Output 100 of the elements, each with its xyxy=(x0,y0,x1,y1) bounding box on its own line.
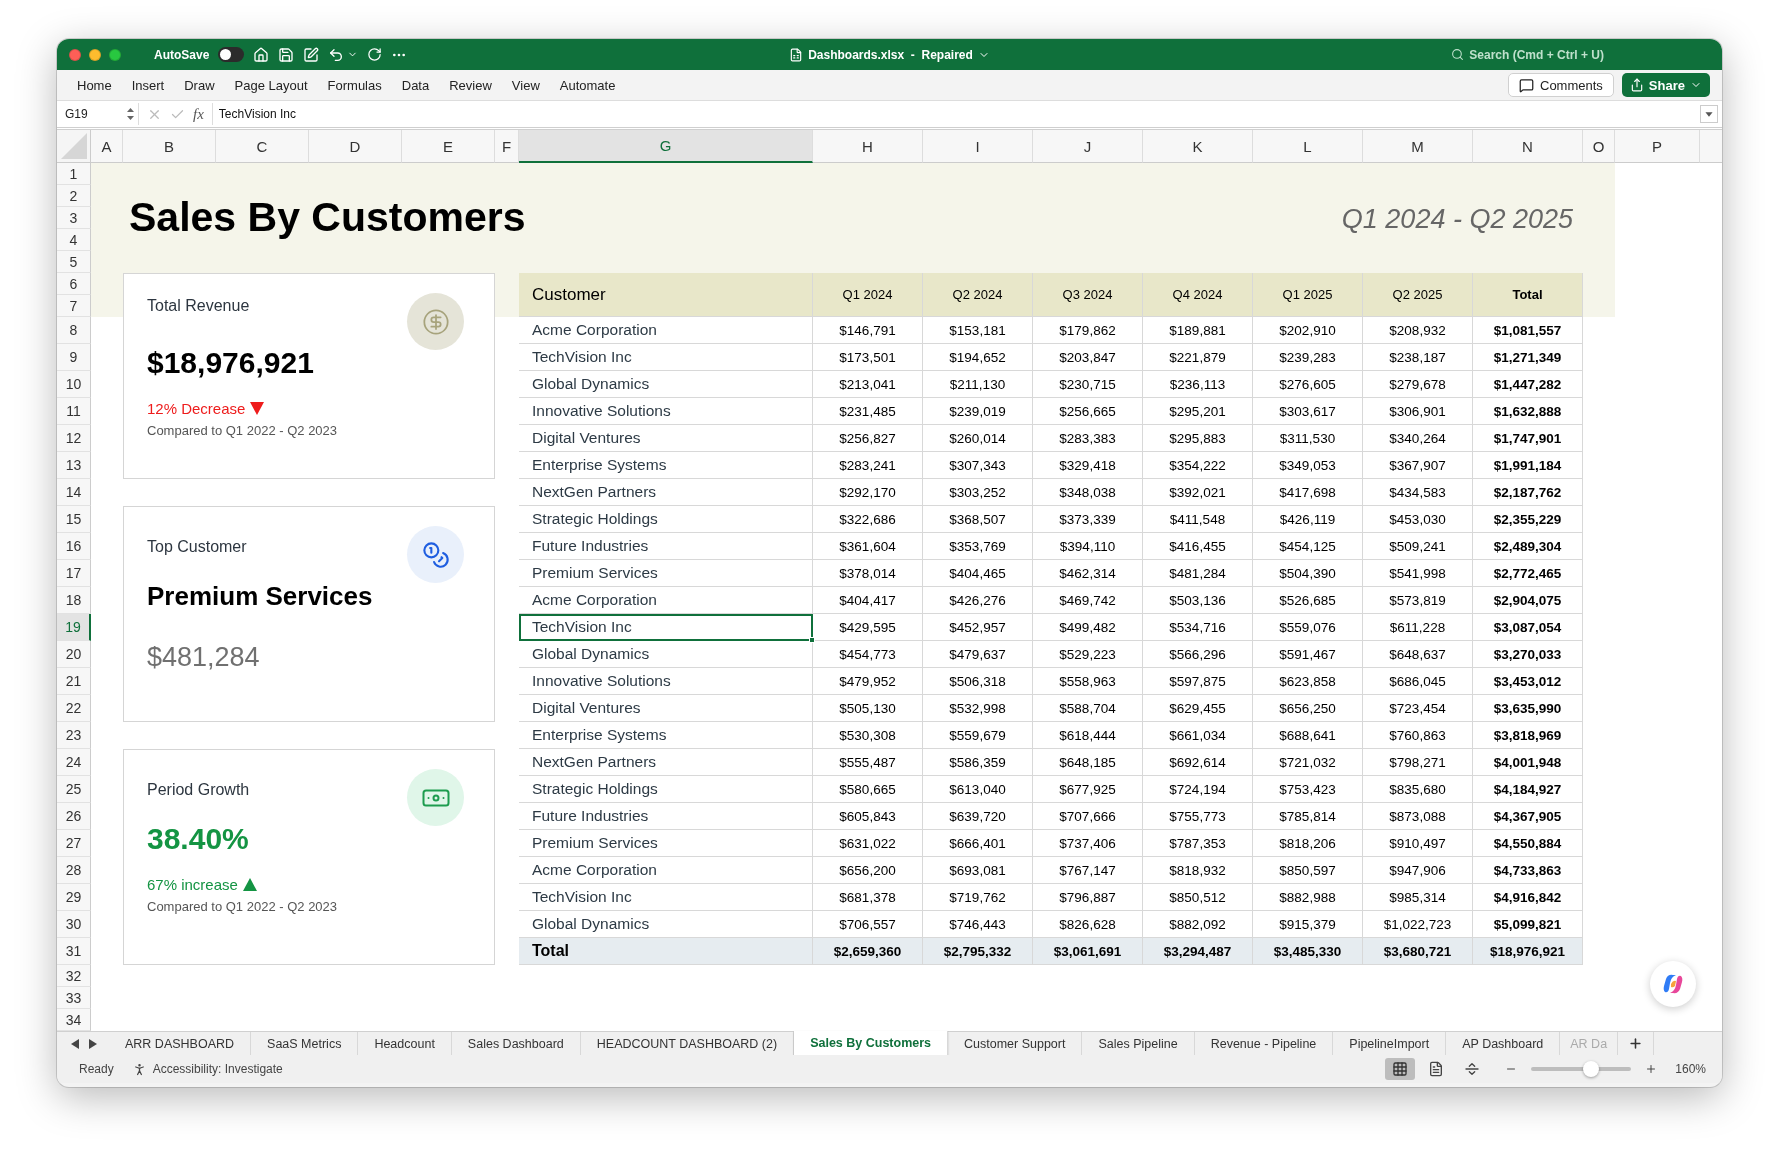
home-icon[interactable] xyxy=(253,46,270,63)
customer-cell[interactable]: Innovative Solutions xyxy=(519,668,813,695)
row-heading[interactable]: 17 xyxy=(57,560,91,587)
column-heading[interactable]: E xyxy=(402,130,495,163)
row-heading[interactable]: 30 xyxy=(57,911,91,938)
ribbon-tab[interactable]: Automate xyxy=(549,77,626,93)
row-heading[interactable]: 32 xyxy=(57,965,91,987)
ribbon-tab[interactable]: Insert xyxy=(121,77,175,93)
column-heading[interactable]: O xyxy=(1583,130,1615,163)
row-heading[interactable]: 13 xyxy=(57,452,91,479)
row-heading[interactable]: 1 xyxy=(57,163,91,185)
slider-thumb[interactable] xyxy=(1583,1061,1600,1077)
customer-cell[interactable]: Global Dynamics xyxy=(519,911,813,938)
customer-cell[interactable]: TechVision Inc xyxy=(519,884,813,911)
column-heading[interactable]: J xyxy=(1033,130,1143,163)
zoom-in-icon[interactable] xyxy=(1645,1063,1658,1075)
row-heading[interactable]: 11 xyxy=(57,398,91,425)
customer-cell[interactable]: Enterprise Systems xyxy=(519,452,813,479)
share-button[interactable]: Share xyxy=(1621,73,1710,97)
column-heading[interactable]: A xyxy=(91,130,123,163)
ribbon-tab[interactable]: Review xyxy=(439,77,502,93)
zoom-button[interactable] xyxy=(109,48,121,61)
customer-cell[interactable]: Premium Services xyxy=(519,830,813,857)
comments-button[interactable]: Comments xyxy=(1508,73,1614,97)
customer-cell[interactable]: TechVision Inc xyxy=(519,614,813,641)
row-heading[interactable]: 19 xyxy=(57,614,91,641)
row-heading[interactable]: 18 xyxy=(57,587,91,614)
customer-cell[interactable]: Global Dynamics xyxy=(519,641,813,668)
customer-cell[interactable]: Enterprise Systems xyxy=(519,722,813,749)
row-heading[interactable]: 16 xyxy=(57,533,91,560)
customer-cell[interactable]: Premium Services xyxy=(519,560,813,587)
row-heading[interactable]: 15 xyxy=(57,506,91,533)
row-heading[interactable]: 2 xyxy=(57,185,91,207)
row-heading[interactable]: 34 xyxy=(57,1009,91,1031)
customer-cell[interactable]: Acme Corporation xyxy=(519,587,813,614)
row-heading[interactable]: 14 xyxy=(57,479,91,506)
column-heading[interactable]: D xyxy=(309,130,402,163)
customer-cell[interactable]: NextGen Partners xyxy=(519,479,813,506)
row-heading[interactable]: 25 xyxy=(57,776,91,803)
formula-field[interactable]: TechVision Inc xyxy=(211,103,1692,125)
row-heading[interactable]: 12 xyxy=(57,425,91,452)
ribbon-tab[interactable]: Home xyxy=(67,77,122,93)
customer-cell[interactable]: Strategic Holdings xyxy=(519,776,813,803)
row-heading[interactable]: 7 xyxy=(57,295,91,317)
customer-cell[interactable]: Acme Corporation xyxy=(519,317,813,344)
row-heading[interactable]: 10 xyxy=(57,371,91,398)
row-heading[interactable]: 21 xyxy=(57,668,91,695)
row-heading[interactable]: 24 xyxy=(57,749,91,776)
ribbon-tab[interactable]: Formulas xyxy=(317,77,392,93)
row-heading[interactable]: 29 xyxy=(57,884,91,911)
customer-cell[interactable]: Future Industries xyxy=(519,533,813,560)
next-sheet-icon[interactable] xyxy=(89,1038,97,1049)
column-heading[interactable]: B xyxy=(123,130,216,163)
row-heading[interactable]: 27 xyxy=(57,830,91,857)
autosave-toggle[interactable] xyxy=(218,47,245,62)
row-heading[interactable]: 9 xyxy=(57,344,91,371)
customer-cell[interactable]: Acme Corporation xyxy=(519,857,813,884)
customer-cell[interactable]: TechVision Inc xyxy=(519,344,813,371)
ribbon-tab[interactable]: Data xyxy=(391,77,440,93)
column-heading[interactable]: M xyxy=(1363,130,1473,163)
column-heading[interactable]: I xyxy=(923,130,1033,163)
row-heading[interactable]: 6 xyxy=(57,273,91,295)
ribbon-tab[interactable]: Draw xyxy=(174,77,225,93)
customer-cell[interactable]: NextGen Partners xyxy=(519,749,813,776)
column-heading[interactable]: N xyxy=(1473,130,1583,163)
sheet-tab[interactable]: Sales By Customers xyxy=(794,1031,948,1055)
customer-cell[interactable]: Innovative Solutions xyxy=(519,398,813,425)
customer-cell[interactable]: Digital Ventures xyxy=(519,425,813,452)
customer-cell[interactable]: Global Dynamics xyxy=(519,371,813,398)
previous-sheet-icon[interactable] xyxy=(71,1038,79,1049)
redo-icon[interactable] xyxy=(367,47,383,62)
row-heading[interactable]: 20 xyxy=(57,641,91,668)
row-heading[interactable]: 5 xyxy=(57,251,91,273)
row-heading[interactable]: 23 xyxy=(57,722,91,749)
fill-handle[interactable] xyxy=(809,637,815,643)
customer-cell[interactable]: Strategic Holdings xyxy=(519,506,813,533)
edit-icon[interactable] xyxy=(303,46,320,63)
row-heading[interactable]: 8 xyxy=(57,317,91,344)
column-heading[interactable]: G xyxy=(519,130,813,163)
name-box[interactable]: G19 xyxy=(57,103,139,125)
column-heading[interactable]: P xyxy=(1615,130,1700,163)
row-heading[interactable]: 4 xyxy=(57,229,91,251)
row-heading[interactable]: 28 xyxy=(57,857,91,884)
function-button[interactable]: fx xyxy=(193,105,204,123)
view-button[interactable] xyxy=(1385,1058,1416,1080)
row-heading[interactable]: 22 xyxy=(57,695,91,722)
ribbon-tab[interactable]: Page Layout xyxy=(224,77,318,93)
undo-icon[interactable] xyxy=(328,46,345,63)
accessibility-status[interactable]: Accessibility: Investigate xyxy=(152,1062,283,1076)
customer-cell[interactable]: Digital Ventures xyxy=(519,695,813,722)
save-icon[interactable] xyxy=(278,46,295,63)
expand-icon[interactable] xyxy=(1700,105,1718,123)
column-heading[interactable]: L xyxy=(1253,130,1363,163)
search-field[interactable]: Search (Cmd + Ctrl + U) xyxy=(1451,47,1604,62)
row-heading[interactable]: 3 xyxy=(57,207,91,229)
column-heading[interactable]: F xyxy=(495,130,519,163)
customer-cell[interactable]: Future Industries xyxy=(519,803,813,830)
row-heading[interactable]: 31 xyxy=(57,938,91,965)
row-heading[interactable]: 33 xyxy=(57,987,91,1009)
ribbon-tab[interactable]: View xyxy=(501,77,550,93)
